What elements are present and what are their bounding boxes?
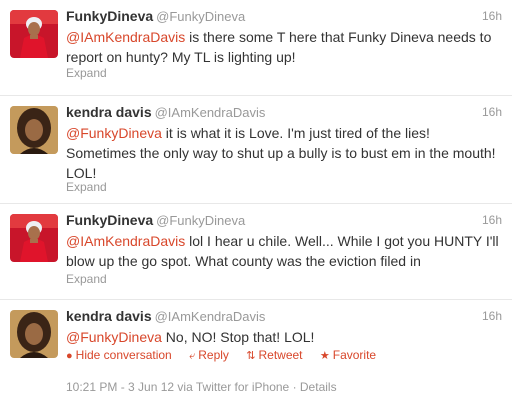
mention-link[interactable]: @FunkyDineva [66, 125, 162, 141]
author-handle[interactable]: @FunkyDineva [156, 213, 245, 228]
tweet-body: No, NO! Stop that! LOL! [161, 329, 315, 345]
tweet-header: kendra davis @IAmKendraDavis 16h [66, 308, 502, 326]
mention-link[interactable]: @IAmKendraDavis [66, 29, 185, 45]
conversation-bubble-icon: ● [66, 350, 73, 362]
tweet-header: FunkyDineva @FunkyDineva 16h [66, 8, 502, 26]
retweet-button[interactable]: ⇅ Retweet [246, 348, 302, 362]
author-handle[interactable]: @IAmKendraDavis [155, 105, 266, 120]
reply-label: Reply [198, 348, 229, 362]
avatar[interactable] [10, 310, 58, 358]
tweet-header: kendra davis @IAmKendraDavis 16h [66, 104, 502, 122]
mention-link[interactable]: @IAmKendraDavis [66, 233, 185, 249]
mention-link[interactable]: @FunkyDineva [66, 329, 162, 345]
tweet[interactable]: FunkyDineva @FunkyDineva 16h @IAmKendraDa… [0, 0, 512, 96]
expand-link[interactable]: Expand [66, 272, 107, 286]
tweet-timestamp[interactable]: 16h [482, 9, 502, 23]
star-icon: ★ [319, 350, 330, 362]
hide-conversation-label: Hide conversation [75, 348, 172, 362]
tweet-text: @IAmKendraDavis is there some T here tha… [66, 27, 502, 67]
retweet-icon: ⇅ [246, 350, 256, 362]
tweet-text: @FunkyDineva No, NO! Stop that! LOL! [66, 327, 502, 347]
reply-arrow-icon: ⤶ [189, 350, 196, 362]
favorite-label: Favorite [332, 348, 377, 362]
avatar-red-dress-icon [10, 214, 58, 262]
avatar[interactable] [10, 214, 58, 262]
tweet-timestamp[interactable]: 16h [482, 213, 502, 227]
retweet-label: Retweet [258, 348, 303, 362]
tweet-timestamp[interactable]: 16h [482, 309, 502, 323]
tweet-timestamp[interactable]: 16h [482, 105, 502, 119]
author-handle[interactable]: @FunkyDineva [156, 9, 245, 24]
reply-button[interactable]: ⤶ Reply [189, 348, 229, 362]
author-name[interactable]: kendra davis [66, 104, 152, 120]
tweet-text: @FunkyDineva it is what it is Love. I'm … [66, 123, 502, 183]
author-handle[interactable]: @IAmKendraDavis [155, 309, 266, 324]
avatar[interactable] [10, 106, 58, 154]
avatar-red-dress-icon [10, 10, 58, 58]
author-name[interactable]: FunkyDineva [66, 212, 153, 228]
avatar-woman-portrait-icon [10, 106, 58, 154]
tweet[interactable]: kendra davis @IAmKendraDavis 16h @FunkyDi… [0, 96, 512, 204]
avatar-woman-portrait-icon [10, 310, 58, 358]
tweet-metadata[interactable]: 10:21 PM - 3 Jun 12 via Twitter for iPho… [66, 380, 337, 394]
avatar[interactable] [10, 10, 58, 58]
tweet[interactable]: FunkyDineva @FunkyDineva 16h @IAmKendraDa… [0, 204, 512, 300]
tweet[interactable]: kendra davis @IAmKendraDavis 16h @FunkyDi… [0, 300, 512, 400]
hide-conversation-button[interactable]: ● Hide conversation [66, 348, 172, 362]
expand-link[interactable]: Expand [66, 180, 107, 194]
conversation-timeline: FunkyDineva @FunkyDineva 16h @IAmKendraDa… [0, 0, 512, 400]
author-name[interactable]: kendra davis [66, 308, 152, 324]
author-name[interactable]: FunkyDineva [66, 8, 153, 24]
tweet-actions: ● Hide conversation ⤶ Reply ⇅ Retweet ★ Favo… [66, 348, 502, 364]
favorite-button[interactable]: ★ Favorite [320, 348, 376, 362]
tweet-text: @IAmKendraDavis lol I hear u chile. Well… [66, 231, 502, 271]
expand-link[interactable]: Expand [66, 66, 107, 80]
tweet-header: FunkyDineva @FunkyDineva 16h [66, 212, 502, 230]
